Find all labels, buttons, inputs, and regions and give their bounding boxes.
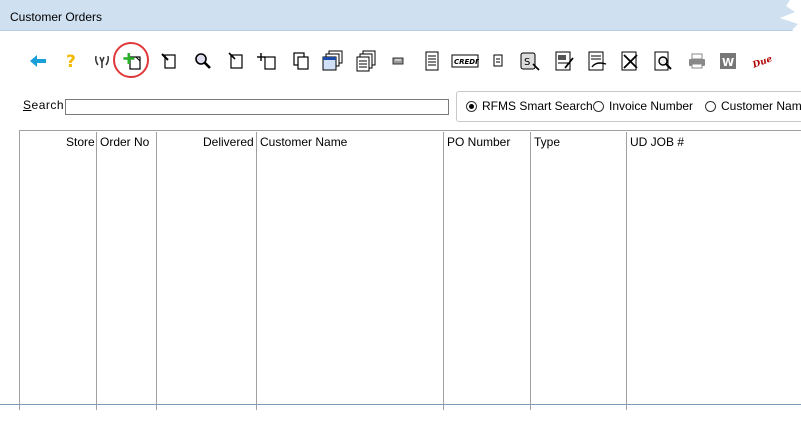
search-document-icon[interactable]: [652, 50, 674, 72]
radio-rfms-smart-search[interactable]: RFMS Smart Search: [466, 99, 593, 113]
column-divider: [443, 132, 444, 410]
credit-label: CREDIT: [454, 58, 479, 66]
radio-invoice-number[interactable]: Invoice Number: [593, 99, 693, 113]
search-label: Search: [23, 98, 64, 112]
word-icon[interactable]: W: [717, 50, 739, 72]
column-header-delivered[interactable]: Delivered: [203, 135, 254, 149]
radio-dot[interactable]: [705, 100, 716, 112]
sign-document-icon[interactable]: [586, 50, 608, 72]
column-divider: [626, 132, 627, 410]
s-document-icon[interactable]: S: [519, 50, 541, 72]
new-order-icon[interactable]: [121, 50, 143, 72]
window-bottom-border: [0, 404, 801, 405]
orders-grid[interactable]: Store Order No Delivered Customer Name P…: [19, 130, 801, 410]
stacked-windows-icon[interactable]: [322, 50, 344, 72]
search-mode-group: RFMS Smart Search Invoice Number Custome…: [456, 91, 801, 122]
radio-label: Invoice Number: [609, 99, 694, 113]
svg-text:S: S: [524, 57, 530, 68]
radio-label: RFMS Smart Search: [482, 99, 593, 113]
back-arrow-icon[interactable]: [27, 50, 49, 72]
column-header-po-number[interactable]: PO Number: [447, 135, 510, 149]
add-document-icon[interactable]: [257, 50, 279, 72]
column-header-store[interactable]: Store: [66, 135, 95, 149]
document-icon[interactable]: [225, 50, 247, 72]
column-header-ud-job[interactable]: UD JOB #: [630, 135, 684, 149]
column-divider: [96, 132, 97, 410]
search-input[interactable]: [65, 99, 449, 115]
column-header-order-no[interactable]: Order No: [100, 135, 149, 149]
connection-icon[interactable]: [91, 50, 113, 72]
column-divider: [156, 132, 157, 410]
due-icon[interactable]: Due: [750, 50, 772, 72]
stacked-documents-icon[interactable]: [356, 50, 378, 72]
search-label-rest: earch: [31, 98, 65, 112]
copy-icon[interactable]: [290, 50, 312, 72]
svg-text:?: ?: [66, 52, 76, 72]
tools-document-icon[interactable]: [619, 50, 641, 72]
print-icon[interactable]: [686, 50, 708, 72]
small-page-icon[interactable]: [487, 50, 509, 72]
edit-form-icon[interactable]: [553, 50, 575, 72]
due-label: Due: [751, 54, 772, 71]
small-chip-icon[interactable]: [388, 50, 410, 72]
credit-card-icon[interactable]: CREDIT: [451, 50, 479, 72]
column-header-type[interactable]: Type: [534, 135, 560, 149]
radio-customer-name[interactable]: Customer Name: [705, 99, 801, 113]
radio-dot[interactable]: [593, 100, 604, 112]
edit-document-icon[interactable]: [159, 50, 181, 72]
radio-dot-selected[interactable]: [466, 100, 477, 112]
invoice-icon[interactable]: [421, 50, 443, 72]
title-bar: Customer Orders: [0, 0, 801, 31]
column-header-customer-name[interactable]: Customer Name: [260, 135, 347, 149]
help-icon[interactable]: ?: [59, 50, 81, 72]
column-divider: [530, 132, 531, 410]
search-label-accelerator: S: [23, 98, 32, 112]
word-label: W: [722, 56, 734, 69]
window-title: Customer Orders: [10, 10, 103, 24]
toolbar: ? CREDIT S: [0, 44, 801, 84]
column-divider: [256, 132, 257, 410]
find-icon[interactable]: [192, 50, 214, 72]
radio-label: Customer Name: [721, 99, 801, 113]
